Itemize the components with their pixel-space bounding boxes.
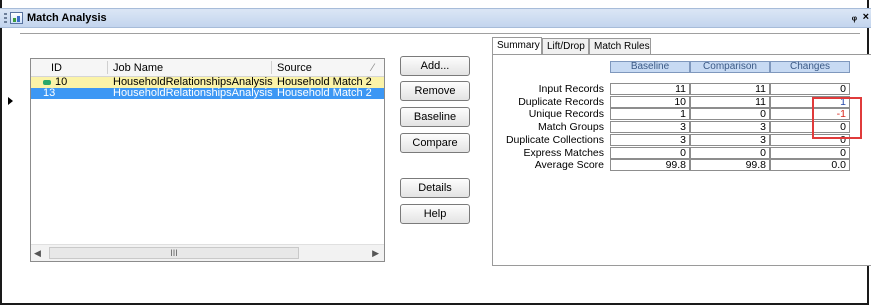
column-header-job-name[interactable]: Job Name (113, 62, 163, 74)
close-icon[interactable]: × (863, 11, 869, 23)
column-header-comparison: Comparison (690, 61, 770, 73)
drag-grip-icon[interactable] (4, 13, 7, 24)
details-button[interactable]: Details (400, 178, 470, 198)
summary-cell-baseline: 10 (610, 95, 690, 108)
tab-summary[interactable]: Summary (492, 37, 542, 54)
column-divider[interactable] (271, 61, 272, 74)
summary-row-label: Unique Records (528, 108, 604, 121)
summary-cell-changes: 0 (770, 83, 850, 95)
tab-match-rules[interactable]: Match Rules (589, 38, 651, 54)
job-status-icon (43, 80, 51, 85)
summary-cell-comparison: 3 (690, 121, 770, 134)
summary-row-label: Duplicate Collections (505, 133, 604, 146)
scroll-left-icon[interactable]: ◀ (34, 248, 41, 259)
scroll-thumb[interactable]: III (49, 247, 299, 259)
column-divider[interactable] (107, 61, 108, 74)
pin-icon[interactable]: ᵩ (852, 11, 857, 23)
row-job-name: HouseholdRelationshipsAnalysis (113, 87, 273, 99)
summary-row-label: Express Matches (523, 146, 604, 159)
summary-cell-comparison: 0 (690, 108, 770, 121)
row-id: 13 (43, 87, 56, 99)
remove-button[interactable]: Remove (400, 81, 470, 101)
scroll-right-icon[interactable]: ▶ (372, 248, 379, 259)
row-source: Household Match 2 (277, 87, 372, 99)
compare-button[interactable]: Compare (400, 133, 470, 153)
summary-cell-comparison: 11 (690, 83, 770, 95)
table-row-selected[interactable]: 13 HouseholdRelationshipsAnalysis Househ… (31, 88, 384, 99)
summary-grid: Baseline Comparison Changes Input Record… (498, 61, 871, 261)
title-bar: Match Analysis ᵩ × (0, 8, 871, 28)
summary-cell-baseline: 11 (610, 83, 690, 95)
summary-row-label: Duplicate Records (518, 95, 604, 108)
job-list[interactable]: ID Job Name Source ⁄ 10 HouseholdRelatio… (30, 58, 385, 262)
summary-cell-comparison: 99.8 (690, 159, 770, 172)
summary-cell-comparison: 3 (690, 133, 770, 146)
annotation-highlight-box (812, 97, 862, 139)
summary-cell-baseline: 3 (610, 121, 690, 134)
horizontal-scrollbar[interactable]: ◀ III ▶ (31, 244, 384, 261)
window-title: Match Analysis (27, 12, 107, 24)
summary-cell-comparison: 0 (690, 146, 770, 159)
baseline-button[interactable]: Baseline (400, 107, 470, 127)
add-button[interactable]: Add... (400, 56, 470, 76)
current-row-arrow-icon (8, 97, 13, 105)
column-header-id[interactable]: ID (51, 62, 62, 74)
summary-cell-baseline: 3 (610, 133, 690, 146)
summary-cell-baseline: 99.8 (610, 159, 690, 172)
summary-row-label: Match Groups (538, 121, 604, 134)
summary-row-label: Average Score (534, 159, 604, 172)
help-button[interactable]: Help (400, 204, 470, 224)
summary-cell-comparison: 11 (690, 95, 770, 108)
row-id: 10 (55, 76, 68, 88)
summary-cell-baseline: 0 (610, 146, 690, 159)
summary-cell-changes: 0.0 (770, 159, 850, 172)
summary-row-label: Input Records (538, 83, 604, 95)
column-header-baseline: Baseline (610, 61, 690, 73)
tab-lift-drop[interactable]: Lift/Drop (542, 38, 589, 54)
column-header-source[interactable]: Source (277, 62, 312, 74)
column-resize-icon[interactable]: ⁄ (372, 62, 374, 74)
list-header: ID Job Name Source ⁄ (31, 59, 384, 77)
summary-cell-baseline: 1 (610, 108, 690, 121)
match-analysis-icon (10, 12, 23, 24)
column-header-changes: Changes (770, 61, 850, 73)
panel-divider (20, 33, 860, 34)
summary-cell-changes: 0 (770, 146, 850, 159)
